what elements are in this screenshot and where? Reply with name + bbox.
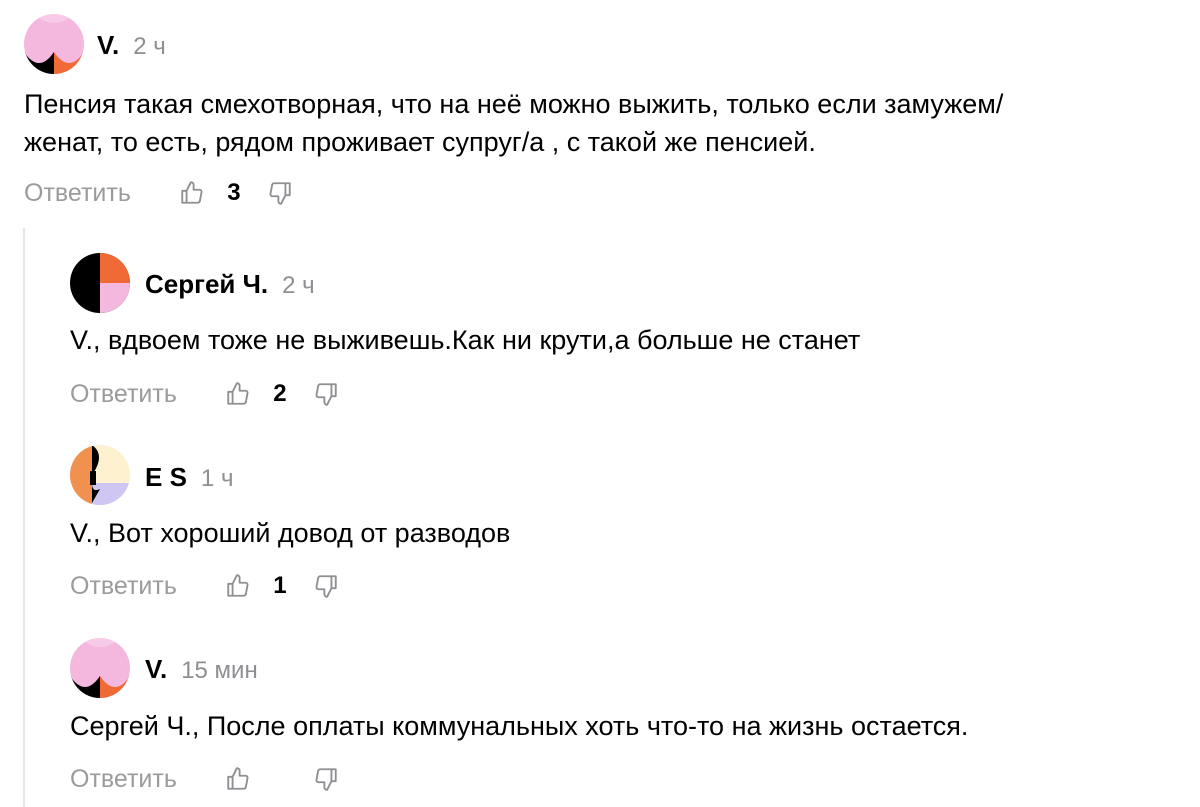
thumbs-up-icon: [227, 574, 249, 597]
avatar[interactable]: [70, 445, 130, 505]
like-count: 2: [273, 380, 287, 407]
action-row: Ответить 1: [70, 568, 341, 604]
avatar-pink-orange-icon: [24, 14, 84, 74]
dislike-button[interactable]: [311, 571, 341, 601]
avatar[interactable]: [70, 638, 130, 698]
like-count: 3: [227, 179, 241, 206]
reply-button[interactable]: Ответить: [70, 572, 177, 601]
comment-text: Сергей Ч., После оплаты коммунальных хот…: [70, 707, 968, 745]
thumbs-down-icon: [315, 768, 337, 791]
avatar-black-orange-pink-icon: [70, 253, 130, 313]
thumbs-up-icon: [227, 382, 249, 405]
author-name[interactable]: V.: [145, 654, 167, 685]
timestamp: 2 ч: [282, 272, 315, 299]
author-name[interactable]: Сергей Ч.: [145, 269, 268, 300]
author-name[interactable]: V.: [97, 30, 119, 61]
comment-text: V., Вот хороший довод от разводов: [70, 514, 510, 552]
author-row: V. 2 ч: [97, 30, 166, 61]
timestamp: 15 мин: [181, 657, 258, 684]
comment-text-line: Сергей Ч., После оплаты коммунальных хот…: [70, 711, 969, 741]
action-row: Ответить 3: [24, 175, 295, 211]
dislike-button[interactable]: [265, 178, 295, 208]
author-row: Сергей Ч. 2 ч: [145, 269, 315, 300]
author-name[interactable]: E S: [145, 462, 187, 493]
comment-text: V., вдвоем тоже не выживешь.Как ни крути…: [70, 321, 860, 359]
timestamp: 1 ч: [200, 465, 234, 492]
thumbs-down-icon: [269, 182, 291, 205]
reply-button[interactable]: Ответить: [24, 179, 131, 208]
avatar[interactable]: [24, 14, 84, 74]
dislike-button[interactable]: [311, 379, 341, 409]
dislike-button[interactable]: [311, 764, 341, 794]
thumbs-down-icon: [315, 575, 337, 598]
comment-text-line: V., Вот хороший довод от разводов: [70, 518, 511, 548]
thumbs-down-icon: [315, 383, 337, 406]
comment-text-line: V., вдвоем тоже не выживешь.Как ни крути…: [70, 325, 861, 355]
timestamp: 2 ч: [133, 33, 166, 60]
action-row: Ответить: [70, 761, 341, 797]
avatar-pink-orange-icon: [70, 638, 130, 698]
author-row: E S 1 ч: [145, 462, 233, 493]
comment-text-line: Пенсия такая смехотворная, что на неё мо…: [24, 89, 1004, 119]
comment-text: Пенсия такая смехотворная, что на неё мо…: [24, 85, 1003, 161]
author-row: V. 15 мин: [145, 654, 258, 685]
thread-line: [23, 228, 25, 807]
like-button[interactable]: [223, 764, 253, 794]
thumbs-up-icon: [227, 767, 249, 790]
avatar[interactable]: [70, 253, 130, 313]
action-row: Ответить 2: [70, 376, 341, 412]
like-button[interactable]: [177, 178, 207, 208]
avatar-peach-cream-lavender-icon: [70, 445, 130, 505]
like-button[interactable]: [223, 379, 253, 409]
thumbs-up-icon: [181, 181, 203, 204]
reply-button[interactable]: Ответить: [70, 765, 177, 794]
like-count: 1: [273, 572, 287, 599]
comment-text-line: женат, то есть, рядом проживает супруг/а…: [24, 127, 816, 157]
reply-button[interactable]: Ответить: [70, 380, 177, 409]
like-button[interactable]: [223, 571, 253, 601]
